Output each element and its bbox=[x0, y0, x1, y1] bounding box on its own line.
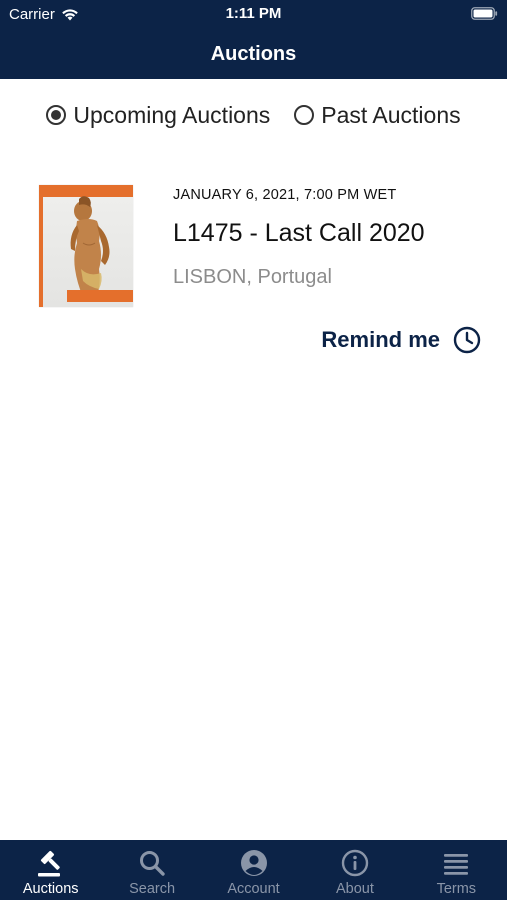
statue-image bbox=[70, 196, 110, 297]
auction-filter: Upcoming Auctions Past Auctions bbox=[0, 100, 507, 130]
past-auctions-radio[interactable]: Past Auctions bbox=[294, 101, 461, 129]
tab-about[interactable]: About bbox=[304, 840, 405, 900]
status-bar: Carrier 1:11 PM bbox=[0, 0, 507, 30]
tab-search[interactable]: Search bbox=[101, 840, 202, 900]
auction-date: JANUARY 6, 2021, 7:00 PM WET bbox=[173, 187, 397, 203]
account-icon bbox=[240, 850, 267, 876]
remind-me-label: Remind me bbox=[321, 327, 440, 352]
tab-search-label: Search bbox=[129, 881, 176, 897]
upcoming-auctions-radio[interactable]: Upcoming Auctions bbox=[46, 102, 270, 129]
catalog-cover-image[interactable] bbox=[39, 185, 133, 307]
navigation-bar: Auctions bbox=[0, 30, 507, 79]
gavel-icon bbox=[37, 850, 60, 877]
clock-icon bbox=[453, 326, 481, 354]
battery-icon bbox=[471, 7, 498, 20]
status-time: 1:11 PM bbox=[225, 5, 282, 22]
tab-account[interactable]: Account bbox=[203, 840, 304, 900]
auction-card[interactable]: JANUARY 6, 2021, 7:00 PM WET L1475 - Las… bbox=[0, 180, 507, 370]
radio-selected-icon bbox=[46, 105, 67, 125]
auction-location: LISBON, Portugal bbox=[173, 266, 332, 288]
page-title: Auctions bbox=[210, 43, 297, 65]
tab-terms[interactable]: Terms bbox=[406, 840, 507, 900]
upcoming-auctions-label: Upcoming Auctions bbox=[73, 101, 271, 128]
search-icon bbox=[140, 851, 165, 876]
auction-title[interactable]: L1475 - Last Call 2020 bbox=[173, 219, 425, 248]
past-auctions-label: Past Auctions bbox=[321, 101, 461, 128]
menu-lines-icon bbox=[444, 854, 469, 875]
remind-me-button[interactable]: Remind me bbox=[321, 326, 481, 354]
tab-terms-label: Terms bbox=[436, 881, 477, 897]
tab-about-label: About bbox=[335, 881, 374, 897]
tab-account-label: Account bbox=[227, 881, 280, 897]
info-icon bbox=[341, 849, 369, 877]
tab-bar: Auctions Search Account About Terms bbox=[0, 840, 507, 900]
tab-auctions-label: Auctions bbox=[22, 881, 79, 897]
radio-unselected-icon bbox=[294, 105, 315, 125]
tab-auctions[interactable]: Auctions bbox=[0, 840, 101, 900]
cover-band-bottom bbox=[67, 290, 133, 302]
